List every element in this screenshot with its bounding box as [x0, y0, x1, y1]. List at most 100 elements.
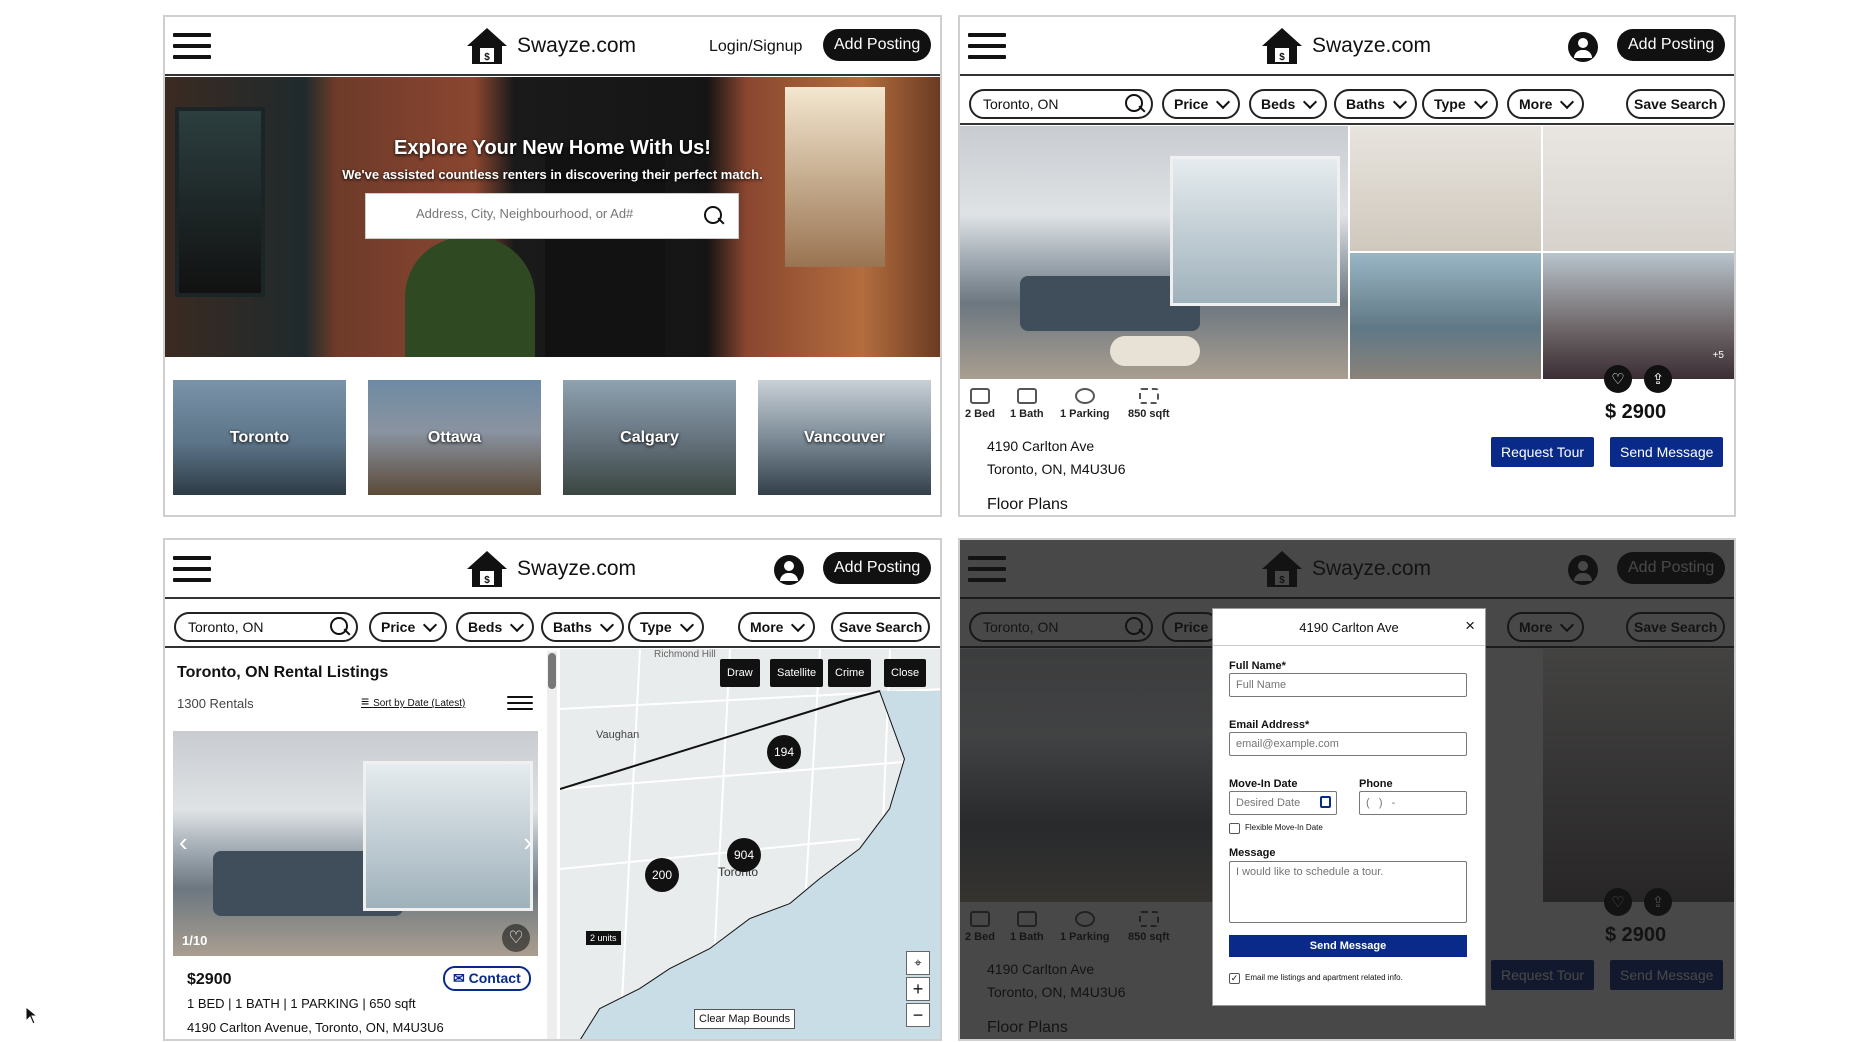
location-search[interactable]: Toronto, ON — [174, 612, 358, 642]
location-search[interactable]: Toronto, ON — [969, 89, 1153, 119]
filter-type[interactable]: Type — [628, 612, 704, 642]
zoom-in-button[interactable]: + — [906, 977, 930, 1001]
filter-label: Beds — [468, 619, 503, 635]
add-posting-button[interactable]: Add Posting — [1617, 29, 1726, 61]
heart-icon[interactable]: ♡ — [1604, 365, 1632, 393]
map-cluster[interactable]: 904 — [727, 838, 761, 872]
mail-icon: ✉ — [453, 970, 469, 986]
brand-name: Swayze.com — [517, 34, 637, 57]
logo[interactable]: $ Swayze.com — [465, 23, 636, 69]
save-search-button[interactable]: Save Search — [1626, 89, 1726, 119]
map[interactable]: Richmond Hill Vaughan Toronto Draw Satel… — [560, 649, 940, 1039]
listing-photo[interactable]: ‹ › 1/10 ♡ — [173, 731, 538, 956]
amenity-baths: 1 Bath — [1010, 388, 1044, 420]
request-tour-button[interactable]: Request Tour — [1491, 437, 1595, 467]
map-cluster[interactable]: 200 — [645, 858, 679, 892]
house-logo-icon: $ — [467, 28, 507, 64]
photo-bedroom[interactable]: +5 — [1543, 253, 1734, 379]
flexible-date-checkbox[interactable] — [1229, 823, 1240, 834]
map-close-button[interactable]: Close — [884, 659, 927, 687]
filter-label: Baths — [1346, 96, 1385, 112]
city-label: Calgary — [620, 428, 679, 446]
map-cluster[interactable]: 194 — [767, 735, 801, 769]
sort-dropdown[interactable]: ≡ Sort by Date (Latest) — [361, 693, 465, 709]
email-input[interactable] — [1229, 732, 1467, 756]
user-avatar-icon[interactable] — [1568, 32, 1598, 62]
address-line1: 4190 Carlton Ave — [987, 438, 1095, 454]
list-view-icon[interactable] — [507, 696, 533, 716]
filter-more[interactable]: More — [1507, 89, 1585, 119]
add-posting-button[interactable]: Add Posting — [823, 552, 932, 584]
close-icon[interactable]: × — [1465, 616, 1475, 636]
send-message-button[interactable]: Send Message — [1610, 437, 1724, 467]
city-card-ottawa[interactable]: Ottawa — [368, 380, 541, 495]
hero-subtitle: We've assisted countless renters in disc… — [342, 167, 763, 182]
bed-icon — [969, 388, 990, 404]
map-crime-button[interactable]: Crime — [828, 659, 872, 687]
contact-modal: 4190 Carlton Ave × Full Name* Email Addr… — [1212, 608, 1486, 1006]
save-search-button[interactable]: Save Search — [831, 612, 931, 642]
main-photo[interactable] — [960, 126, 1348, 379]
chevron-right-icon[interactable]: › — [523, 827, 532, 858]
full-name-label: Full Name* — [1229, 660, 1286, 672]
flexible-date-label: Flexible Move-In Date — [1245, 823, 1323, 832]
filter-price[interactable]: Price — [1162, 89, 1241, 119]
city-card-calgary[interactable]: Calgary — [563, 380, 736, 495]
menu-icon[interactable] — [173, 33, 211, 60]
add-posting-button[interactable]: Add Posting — [823, 29, 932, 61]
size-icon — [1138, 388, 1159, 404]
hero-search-bar[interactable] — [365, 193, 739, 239]
more-photos-count[interactable]: +5 — [1713, 350, 1724, 361]
search-icon[interactable] — [704, 206, 724, 226]
location-input[interactable]: Toronto, ON — [983, 96, 1058, 112]
heart-icon[interactable]: ♡ — [502, 924, 530, 952]
menu-icon[interactable] — [173, 556, 211, 583]
zoom-out-button[interactable]: − — [906, 1003, 930, 1027]
floor-plans-heading[interactable]: Floor Plans — [987, 496, 1068, 514]
hero-search-input[interactable] — [416, 206, 676, 221]
brand-name: Swayze.com — [517, 557, 637, 580]
filter-more[interactable]: More — [738, 612, 816, 642]
hero-banner: Explore Your New Home With Us! We've ass… — [165, 77, 940, 357]
locate-icon[interactable]: ⌖ — [906, 951, 930, 975]
logo[interactable]: $ Swayze.com — [465, 546, 636, 592]
message-textarea[interactable] — [1229, 861, 1467, 923]
search-icon[interactable] — [330, 617, 350, 637]
user-avatar-icon[interactable] — [774, 555, 804, 585]
chevron-down-icon — [599, 617, 614, 632]
filter-baths[interactable]: Baths — [1334, 89, 1417, 119]
filter-price[interactable]: Price — [369, 612, 448, 642]
chevron-down-icon — [423, 617, 438, 632]
filter-baths[interactable]: Baths — [541, 612, 624, 642]
amenity-label: 2 Bed — [965, 408, 995, 420]
list-scrollbar[interactable] — [547, 651, 557, 1039]
filter-beds[interactable]: Beds — [456, 612, 535, 642]
listing-address: 4190 Carlton Avenue, Toronto, ON, M4U3U6 — [187, 1020, 444, 1035]
send-message-button[interactable]: Send Message — [1229, 935, 1467, 957]
filter-beds[interactable]: Beds — [1249, 89, 1328, 119]
photo-living-2[interactable] — [1350, 253, 1541, 379]
menu-icon[interactable] — [968, 33, 1006, 60]
map-draw-button[interactable]: Draw — [720, 659, 760, 687]
login-link[interactable]: Login/Signup — [709, 38, 802, 56]
logo[interactable]: $ Swayze.com — [1260, 23, 1431, 69]
location-input[interactable]: Toronto, ON — [188, 619, 263, 635]
full-name-input[interactable] — [1229, 673, 1467, 697]
clear-map-bounds-button[interactable]: Clear Map Bounds — [694, 1009, 796, 1029]
calendar-icon[interactable] — [1320, 796, 1331, 808]
consent-checkbox[interactable]: ✓ — [1229, 973, 1240, 984]
city-card-vancouver[interactable]: Vancouver — [758, 380, 931, 495]
phone-input[interactable] — [1359, 791, 1467, 815]
units-marker[interactable]: 2 units — [586, 931, 621, 945]
contact-button[interactable]: ✉ Contact — [443, 966, 531, 991]
city-card-toronto[interactable]: Toronto — [173, 380, 346, 495]
search-icon[interactable] — [1125, 94, 1145, 114]
filter-label: Price — [381, 619, 416, 635]
photo-bathroom[interactable] — [1543, 126, 1734, 251]
share-icon[interactable]: ⇪ — [1644, 365, 1672, 393]
chevron-left-icon[interactable]: ‹ — [179, 827, 188, 858]
amenity-parking: 1 Parking — [1060, 388, 1110, 420]
map-satellite-button[interactable]: Satellite — [770, 659, 824, 687]
photo-kitchen[interactable] — [1350, 126, 1541, 251]
filter-type[interactable]: Type — [1422, 89, 1498, 119]
